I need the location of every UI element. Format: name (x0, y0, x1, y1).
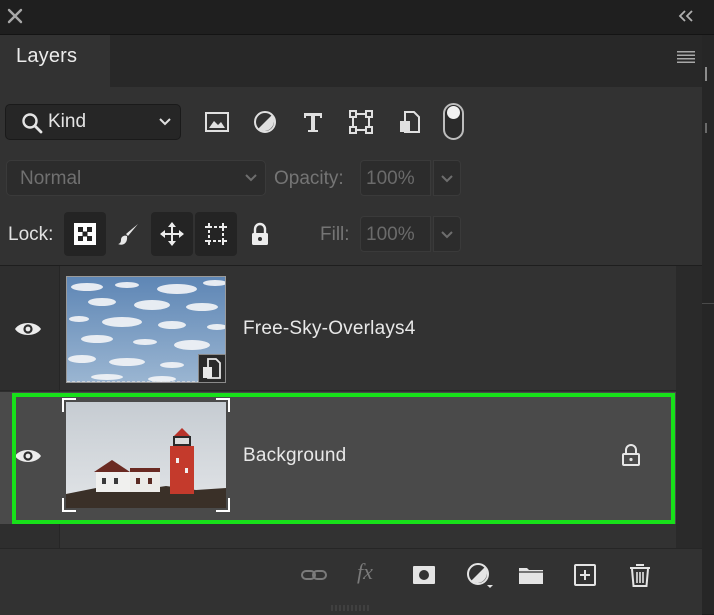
lock-transparent-pixels-icon (74, 223, 96, 245)
opacity-label: Opacity: (274, 168, 344, 189)
layer-name[interactable]: Free-Sky-Overlays4 (243, 318, 416, 340)
collapse-panel-icon[interactable] (676, 8, 696, 24)
resize-grip-icon[interactable] (330, 602, 370, 612)
tab-strip (110, 35, 702, 87)
fx-icon[interactable]: fx (357, 559, 373, 585)
chevron-down-icon (245, 174, 257, 182)
blend-mode-value: Normal (20, 168, 82, 189)
shape-filter-icon[interactable] (347, 108, 375, 136)
chevron-down-icon (159, 118, 171, 126)
adjacent-panel-edge (702, 35, 714, 614)
smart-object-badge-icon (198, 354, 226, 383)
close-icon[interactable] (6, 7, 24, 25)
lock-position-icon (160, 222, 184, 246)
link-layers-icon[interactable] (300, 561, 328, 589)
type-filter-icon[interactable] (299, 108, 327, 136)
eye-icon[interactable] (14, 320, 42, 338)
panel-menu-icon[interactable] (676, 50, 696, 64)
chevron-down-icon (441, 231, 453, 239)
delete-layer-icon[interactable] (626, 561, 654, 589)
lock-artboard-icon (205, 223, 227, 245)
chevron-down-icon (441, 175, 453, 183)
lock-label: Lock: (8, 224, 54, 245)
fill-value: 100% (366, 224, 415, 245)
adjustment-layer-icon[interactable] (465, 561, 493, 589)
filter-toggle-knob (447, 106, 460, 119)
new-layer-icon[interactable] (571, 561, 599, 589)
filter-kind-label: Kind (48, 111, 87, 132)
selection-highlight-outline (12, 393, 675, 524)
lock-image-pixels-icon[interactable] (116, 221, 142, 247)
group-folder-icon[interactable] (517, 561, 545, 589)
layers-list-scrollbar[interactable] (676, 266, 702, 548)
image-filter-icon[interactable] (203, 108, 231, 136)
lock-all-icon[interactable] (247, 221, 273, 247)
layer-divider (0, 390, 676, 391)
tab-layers-label: Layers (16, 45, 78, 67)
layer-mask-icon[interactable] (410, 561, 438, 589)
smart-object-filter-icon[interactable] (396, 108, 424, 136)
adjustment-filter-icon[interactable] (251, 108, 279, 136)
fill-label: Fill: (320, 224, 350, 245)
panel-top-bar (0, 0, 714, 34)
opacity-value: 100% (366, 168, 415, 189)
search-icon (22, 113, 43, 134)
